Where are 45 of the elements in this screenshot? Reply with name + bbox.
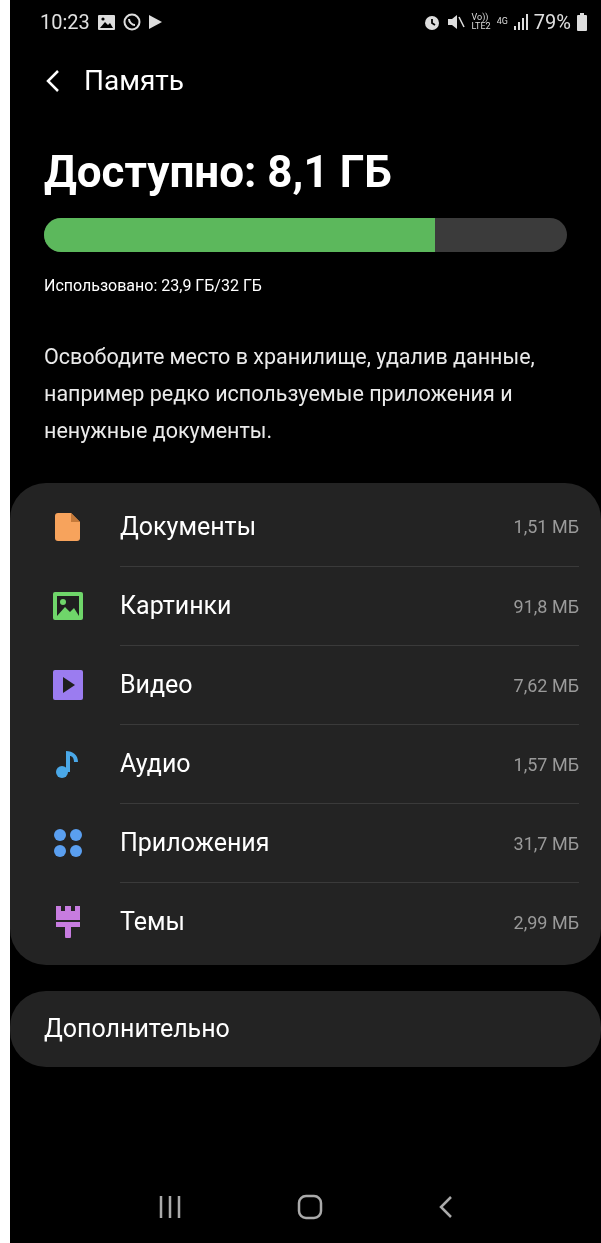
- category-label: Документы: [120, 510, 257, 543]
- category-size: 7,62 МБ: [513, 673, 579, 698]
- chat-bubble-icon: [122, 13, 141, 31]
- apps-icon: [53, 827, 83, 858]
- music-note-icon: [55, 748, 81, 779]
- category-row[interactable]: Аудио 1,57 МБ: [10, 724, 601, 803]
- category-size: 1,51 МБ: [513, 515, 579, 539]
- image-icon: [97, 14, 115, 30]
- category-label: Видео: [120, 669, 193, 702]
- category-size: 1,57 МБ: [513, 752, 579, 777]
- signal-icon: [513, 14, 528, 30]
- category-row[interactable]: Темы 2,99 МБ: [10, 882, 601, 961]
- play-icon: [148, 15, 162, 29]
- status-time: 10:23: [40, 9, 90, 36]
- category-label: Приложения: [120, 827, 270, 860]
- back-nav-button[interactable]: [437, 1195, 454, 1219]
- category-size: 31,7 МБ: [513, 831, 579, 856]
- paint-brush-icon: [55, 905, 81, 938]
- volte-label: Vo)): [471, 13, 490, 22]
- battery-percent: 79%: [533, 9, 571, 36]
- image-icon: [53, 591, 83, 620]
- category-label: Темы: [120, 906, 185, 939]
- available-space: Доступно: 8,1 ГБ: [44, 145, 393, 200]
- category-label: Аудио: [120, 748, 191, 781]
- data-type-label: 4G: [496, 15, 508, 29]
- category-label: Картинки: [120, 590, 232, 623]
- home-button[interactable]: [296, 1194, 323, 1220]
- category-size: 2,99 МБ: [513, 910, 579, 935]
- category-row[interactable]: Приложения 31,7 МБ: [10, 803, 601, 882]
- advanced-button[interactable]: Дополнительно: [10, 991, 601, 1067]
- play-icon: [53, 669, 83, 700]
- alarm-icon: [423, 13, 442, 31]
- hint-text: Освободите место в хранилище, удалив данные, например редко используемые приложения и ненужные документы.: [44, 343, 536, 445]
- mute-icon: [447, 13, 466, 31]
- category-row[interactable]: Картинки 91,8 МБ: [10, 566, 601, 645]
- category-row[interactable]: Видео 7,62 МБ: [10, 645, 601, 724]
- recent-apps-button[interactable]: [157, 1195, 182, 1219]
- lte-label: LTE2: [471, 22, 491, 31]
- document-icon: [55, 512, 81, 541]
- category-size: 91,8 МБ: [513, 594, 579, 619]
- used-space: Использовано: 23,9 ГБ/32 ГБ: [44, 275, 263, 297]
- back-button[interactable]: [46, 69, 60, 93]
- category-row[interactable]: Документы 1,51 МБ: [10, 487, 601, 566]
- battery-icon: [577, 13, 587, 31]
- page-title: Память: [84, 63, 184, 99]
